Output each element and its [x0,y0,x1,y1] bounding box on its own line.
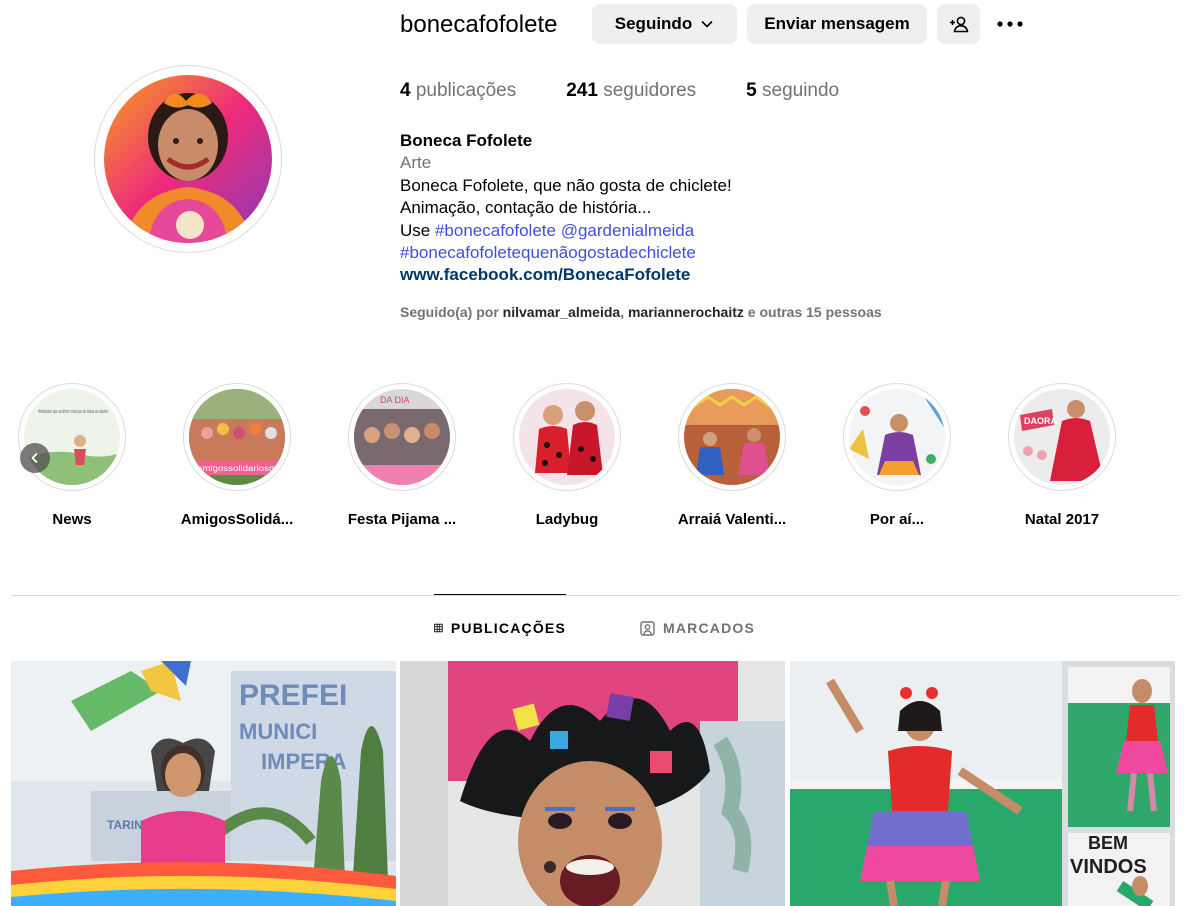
tab-posts[interactable]: PUBLICAÇÕES [434,594,566,660]
post-sign-text: VINDOS [1070,856,1147,878]
following-link[interactable]: 5 seguindo [746,80,839,102]
highlight-cover-text: DAORA [1024,416,1057,426]
bio-line-2: Animação, contação de história... [400,198,652,218]
followers-link[interactable]: 241 seguidores [566,80,696,102]
highlight-cover [519,389,615,485]
profile-avatar[interactable] [94,65,282,253]
tagged-person-icon [640,620,655,636]
person-add-icon [949,16,968,33]
highlight-por-ai[interactable]: Por aí... [843,383,951,528]
tabs-divider [11,595,1179,596]
highlight-natal-2017[interactable]: DAORA Natal 2017 [1008,383,1116,528]
send-message-button[interactable]: Enviar mensagem [747,4,927,44]
bio-line-3: Use #bonecafofolete @gardenialmeida [400,220,732,242]
following-button[interactable]: Seguindo [592,4,737,44]
highlight-cover: DAORA [1014,389,1110,485]
post-sign-text: BEM [1088,833,1128,853]
chevron-left-icon [31,452,38,464]
highlight-ring: DAORA [1008,383,1116,491]
category-label: Arte [400,153,432,173]
website-link[interactable]: www.facebook.com/BonecaFofolete [400,264,732,286]
bio-use-prefix: Use [400,220,435,240]
highlight-ring: DA DIA [348,383,456,491]
following-count-value: 5 [746,80,757,101]
profile-stats: 4 publicações 241 seguidores 5 seguindo [400,80,889,102]
profile-bio: Boneca Fofolete Arte Boneca Fofolete, qu… [400,130,732,287]
highlight-festa-pijama[interactable]: DA DIA Festa Pijama ... [348,383,456,528]
full-name: Boneca Fofolete [400,131,533,150]
highlight-cover-text: Atividades que acolhem crianças de todas… [38,409,108,415]
highlight-arraia-valenti[interactable]: Arraiá Valenti... [678,383,786,528]
followed-by-suffix: e outras 15 pessoas [743,304,882,320]
send-message-label: Enviar mensagem [764,14,910,33]
avatar-image [104,75,272,243]
highlight-label: Festa Pijama ... [347,511,457,528]
follower-username-1[interactable]: nilvamar_almeida [503,304,621,320]
bio-line-1: Boneca Fofolete, que não gosta de chicle… [400,175,732,195]
suggested-people-button[interactable] [937,4,980,44]
mention-link[interactable]: @gardenialmeida [561,221,695,240]
highlight-ring [513,383,621,491]
post-image [400,661,785,906]
tab-posts-label: PUBLICAÇÕES [450,619,566,636]
highlight-cover: amigossolidariosm [189,389,285,485]
followed-by-prefix: Seguido(a) por [400,304,503,320]
post-sign-text: TARIN [107,818,143,832]
highlight-cover-text: amigossolidariosm [197,464,277,473]
highlight-label: Arraiá Valenti... [677,511,787,528]
follower-username-2[interactable]: mariannerochaitz [628,304,744,320]
post-image: BEM VINDOS [790,661,1175,906]
grid-icon [434,623,443,632]
post-image: PREFEI MUNICI IMPERA TARIN [11,661,396,906]
highlight-cover: DA DIA [354,389,450,485]
post-tile[interactable]: PREFEI MUNICI IMPERA TARIN [11,661,396,906]
highlight-cover [849,389,945,485]
chevron-down-icon [701,20,713,28]
following-button-label: Seguindo [614,14,693,33]
highlight-label: Por aí... [869,511,925,528]
highlight-amigos-solidarios[interactable]: amigossolidariosm AmigosSolidá... [180,383,294,528]
posts-count-label: publicações [415,80,517,101]
followers-count-value: 241 [566,80,598,101]
followed-by-separator: , [620,304,628,320]
highlight-label: AmigosSolidá... [180,511,294,528]
posts-count: 4 publicações [400,80,516,102]
hashtag-link-2[interactable]: #bonecafofoletequenãogostadechiclete [400,242,732,264]
highlight-label: News [52,511,92,528]
highlight-ring: amigossolidariosm [183,383,291,491]
followed-by-text[interactable]: Seguido(a) por nilvamar_almeida, mariann… [400,304,882,320]
highlight-ladybug[interactable]: Ladybug [513,383,621,528]
tab-tagged[interactable]: MARCADOS [640,595,755,661]
following-count-label: seguindo [762,80,840,101]
highlight-cover [684,389,780,485]
highlight-ring [843,383,951,491]
highlight-ring [678,383,786,491]
highlight-label: Ladybug [535,511,599,528]
tab-tagged-label: MARCADOS [663,620,756,636]
hashtag-link[interactable]: #bonecafofolete [435,221,556,240]
post-sign-text: PREFEI [239,679,347,712]
post-sign-text: MUNICI [239,719,317,744]
highlights-prev-button[interactable] [20,443,50,473]
posts-count-value: 4 [400,80,411,101]
more-horizontal-icon [997,21,1023,27]
post-tile[interactable] [400,661,785,906]
highlight-cover-text: DA DIA [380,395,410,405]
highlight-ring: Atividades que acolhem crianças de todas… [18,383,126,491]
followers-count-label: seguidores [603,80,697,101]
highlight-label: Natal 2017 [1024,511,1100,528]
username: bonecafofolete [400,11,558,38]
more-options-button[interactable] [990,4,1030,44]
post-tile[interactable]: BEM VINDOS [790,661,1175,906]
